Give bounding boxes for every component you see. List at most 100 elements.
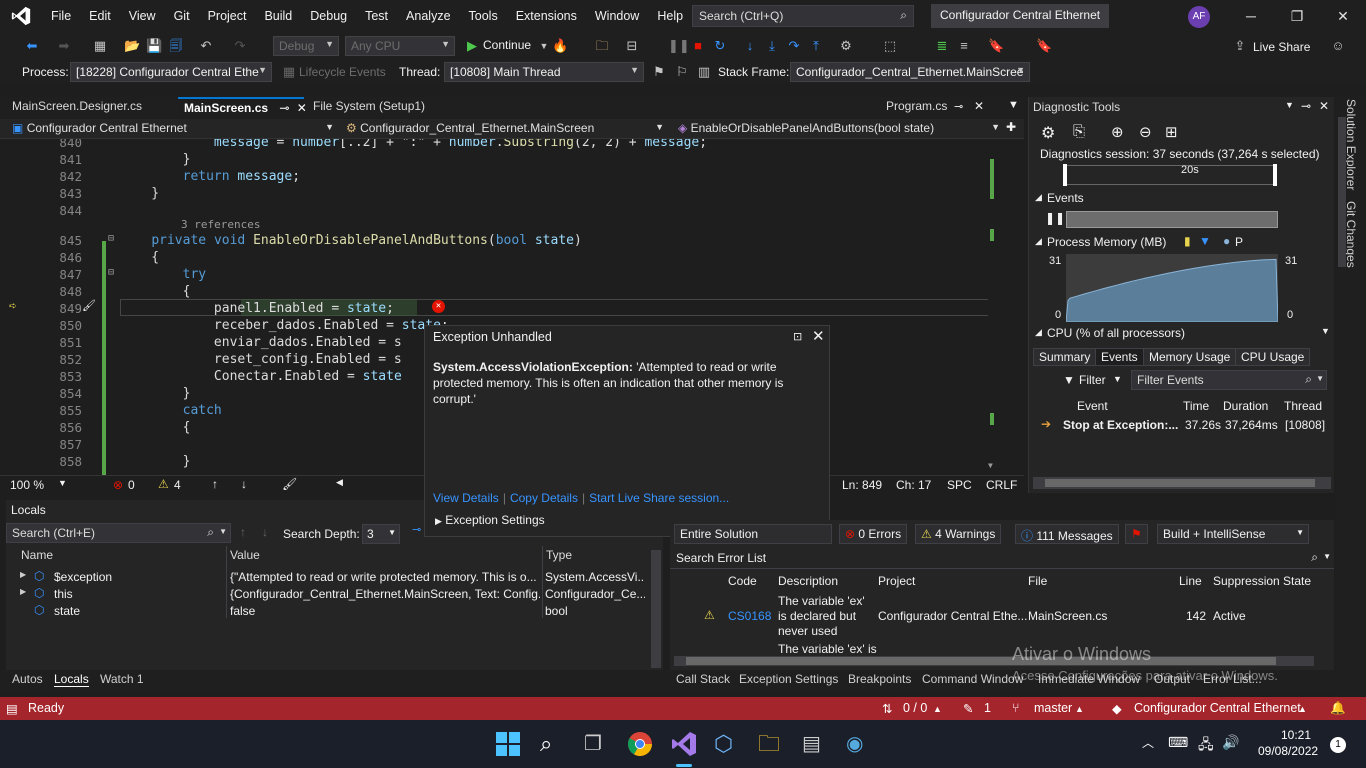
- new-project-icon[interactable]: ▦: [92, 38, 108, 54]
- notifications-icon[interactable]: 🔔: [1330, 701, 1346, 716]
- redo-icon[interactable]: ↷: [232, 38, 248, 54]
- scroll-down-icon[interactable]: ▼: [1321, 326, 1330, 336]
- undo-icon[interactable]: ↶: [198, 38, 214, 54]
- close-icon[interactable]: ✕: [1319, 99, 1329, 113]
- menu-analyze[interactable]: Analyze: [397, 0, 459, 32]
- pin-icon[interactable]: ⊸: [1301, 99, 1311, 113]
- column-header-project[interactable]: Project: [878, 574, 915, 588]
- volume-icon[interactable]: 🔊: [1222, 734, 1239, 751]
- bookmark-next-icon[interactable]: 🔖: [1036, 38, 1052, 54]
- copy-details-link[interactable]: Copy Details: [510, 491, 578, 505]
- save-all-icon[interactable]: 🗐: [168, 38, 184, 54]
- tab-list-icon[interactable]: ▼: [1008, 99, 1019, 111]
- column-header-suppression[interactable]: Suppression State: [1213, 574, 1311, 588]
- start-icon[interactable]: [494, 730, 522, 758]
- app-icon[interactable]: ◉: [846, 730, 874, 758]
- keyboard-icon[interactable]: ⌨: [1168, 734, 1188, 751]
- tab-autos[interactable]: Autos: [12, 672, 43, 686]
- tab-memory-usage[interactable]: Memory Usage: [1143, 348, 1237, 366]
- tab-command-window[interactable]: Command Window: [922, 672, 1023, 686]
- solution-explorer-tab[interactable]: Solution Explorer: [1344, 99, 1358, 190]
- save-icon[interactable]: 💾: [146, 38, 162, 54]
- configuration-combo[interactable]: Debug ▼: [273, 36, 339, 56]
- live-share-icon[interactable]: ⇪: [1232, 38, 1248, 54]
- task-view-icon[interactable]: ❐: [584, 730, 612, 758]
- git-sync-icon[interactable]: ⇅: [882, 701, 892, 716]
- live-share-link[interactable]: Start Live Share session...: [589, 491, 729, 505]
- break-all-icon[interactable]: ❚❚: [668, 38, 690, 54]
- chevron-up-icon[interactable]: ▲: [933, 704, 942, 714]
- variable-value[interactable]: false: [230, 604, 540, 618]
- pending-changes-count[interactable]: 1: [984, 701, 991, 715]
- pin-icon[interactable]: ⊸: [279, 101, 289, 115]
- stack-frame-combo[interactable]: Configurador_Central_Ethernet.MainScree ▼: [790, 62, 1030, 82]
- continue-dropdown-icon[interactable]: ▼: [536, 38, 552, 54]
- filter-button[interactable]: Filter: [1079, 373, 1106, 387]
- error-list-hscroll[interactable]: [674, 656, 1314, 666]
- search-icon[interactable]: ⌕: [540, 730, 568, 758]
- dock-icon[interactable]: ⊡: [793, 330, 802, 343]
- tab-program[interactable]: Program.cs: [880, 97, 953, 117]
- menu-git[interactable]: Git: [165, 0, 199, 32]
- table-row[interactable]: The variable 'ex' is: [670, 642, 1320, 654]
- error-count[interactable]: 0: [128, 478, 135, 492]
- build-source-combo[interactable]: Build + IntelliSense ▼: [1157, 524, 1309, 544]
- error-list-search-input[interactable]: Search Error List ⌕ ▼: [670, 549, 1334, 569]
- scope-combo[interactable]: Entire Solution: [674, 524, 832, 544]
- tab-breakpoints[interactable]: Breakpoints: [848, 672, 911, 686]
- column-header-file[interactable]: File: [1028, 574, 1047, 588]
- table-row[interactable]: ▶ ⬡ this {Configurador_Central_Ethernet.…: [6, 586, 646, 603]
- chevron-down-icon[interactable]: ▼: [1113, 374, 1122, 384]
- format-icon[interactable]: ≣: [934, 38, 950, 54]
- view-details-link[interactable]: View Details: [433, 491, 499, 505]
- exception-error-icon[interactable]: ✕: [432, 300, 445, 313]
- zoom-in-icon[interactable]: ⊕: [1111, 123, 1124, 141]
- brush-icon[interactable]: 🖌: [82, 299, 96, 312]
- open-icon[interactable]: 📂: [124, 38, 140, 54]
- tab-watch-1[interactable]: Watch 1: [100, 672, 144, 686]
- network-icon[interactable]: 🖧: [1198, 734, 1214, 758]
- lifecycle-events-button[interactable]: Lifecycle Events: [299, 65, 386, 79]
- repository-name[interactable]: Configurador Central Ethernet: [1134, 701, 1301, 715]
- flag-threads-icon[interactable]: ⚐: [674, 64, 690, 80]
- table-row[interactable]: ⬡ state false bool: [6, 603, 646, 620]
- variable-value[interactable]: {Configurador_Central_Ethernet.MainScree…: [230, 587, 540, 601]
- split-editor-icon[interactable]: ✚: [1006, 120, 1016, 134]
- branch-name[interactable]: master: [1034, 701, 1072, 715]
- pin-icon[interactable]: ⊸: [954, 100, 963, 113]
- git-sync-counts[interactable]: 0 / 0: [903, 701, 927, 715]
- column-header-code[interactable]: Code: [728, 574, 757, 588]
- uncomment-icon[interactable]: ≡: [956, 38, 972, 54]
- visual-studio-taskbar-icon[interactable]: [670, 730, 698, 758]
- table-row[interactable]: ▶ ⬡ $exception {"Attempted to read or wr…: [6, 569, 646, 586]
- menu-view[interactable]: View: [120, 0, 165, 32]
- locals-search-input[interactable]: Search (Ctrl+E) ⌕ ▼: [6, 523, 231, 543]
- continue-button[interactable]: Continue: [483, 38, 531, 52]
- feedback-icon[interactable]: ☺: [1330, 38, 1346, 54]
- project-combo[interactable]: ▣ Configurador Central Ethernet ▼: [8, 120, 338, 138]
- errors-filter-button[interactable]: ⊗ 0 Errors: [839, 524, 908, 544]
- expand-arrow-icon[interactable]: ▶: [20, 587, 26, 596]
- tab-cpu-usage[interactable]: CPU Usage: [1235, 348, 1311, 366]
- warnings-filter-button[interactable]: ⚠ 4 Warnings: [915, 524, 1002, 544]
- clock-time[interactable]: 10:21: [1281, 728, 1311, 742]
- menu-tools[interactable]: Tools: [460, 0, 507, 32]
- variable-value[interactable]: {"Attempted to read or write protected m…: [230, 570, 540, 584]
- zoom-out-icon[interactable]: ⊖: [1139, 123, 1152, 141]
- expand-arrow-icon[interactable]: ▶: [20, 570, 26, 579]
- settings-icon[interactable]: ⚙: [1041, 123, 1055, 143]
- tab-call-stack[interactable]: Call Stack: [676, 672, 730, 686]
- tab-locals[interactable]: Locals: [54, 672, 89, 687]
- event-row[interactable]: ➔ Stop at Exception:... 37.26s 37,264ms …: [1029, 415, 1335, 435]
- stop-debugging-icon[interactable]: ■: [690, 38, 706, 54]
- column-header-event[interactable]: Event: [1077, 399, 1108, 413]
- folder-icon[interactable]: 🗀: [594, 38, 610, 54]
- up-arrow-icon[interactable]: ↑: [212, 477, 218, 491]
- tab-close-icon[interactable]: ✕: [297, 101, 307, 115]
- threads-icon[interactable]: ⬚: [882, 38, 898, 54]
- column-header-type[interactable]: Type: [546, 548, 572, 566]
- collapse-icon[interactable]: ⊟: [108, 233, 114, 244]
- exception-settings-expander[interactable]: ▶ Exception Settings: [435, 513, 545, 527]
- tab-mainscreen-designer[interactable]: MainScreen.Designer.cs: [6, 97, 148, 117]
- pencil-icon[interactable]: ✎: [963, 701, 973, 716]
